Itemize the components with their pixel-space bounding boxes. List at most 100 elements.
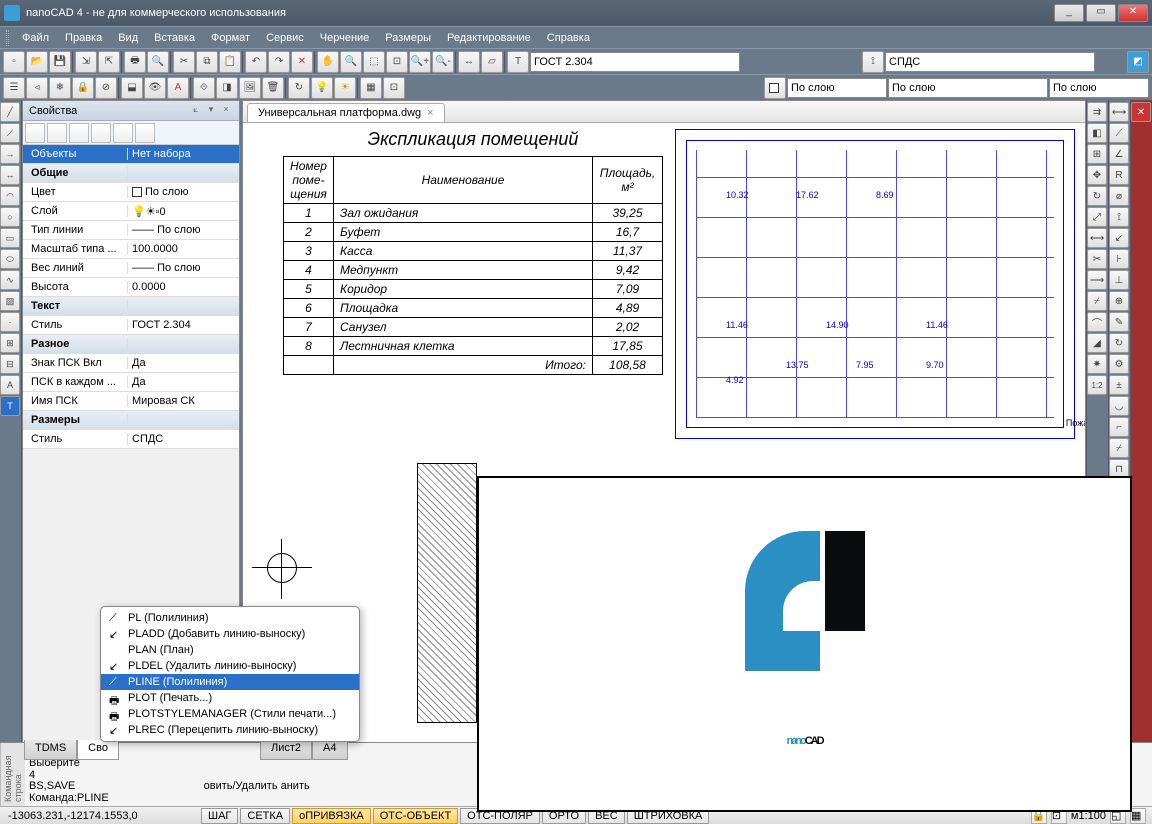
close-button[interactable]: ✕ [1118, 4, 1148, 22]
paste-button[interactable]: 📋 [219, 51, 241, 73]
dim-cont-button[interactable]: ⊦ [1109, 249, 1129, 269]
ac-item-selected[interactable]: ⟋PLINE (Полилиния) [101, 674, 359, 690]
menu-modify[interactable]: Редактирование [441, 30, 537, 46]
ac-item[interactable]: 🖶PLOTSTYLEMANAGER (Стили печати...) [101, 706, 359, 722]
xref-button[interactable]: ◨ [216, 77, 238, 99]
layers-button[interactable]: ☰ [3, 77, 25, 99]
dim-angular-button[interactable]: ∠ [1109, 144, 1129, 164]
textstyle-icon[interactable]: T [507, 51, 529, 73]
menu-dims[interactable]: Размеры [379, 30, 437, 46]
props-misc2-button[interactable] [113, 123, 133, 143]
layer-iso-button[interactable]: ⬓ [121, 77, 143, 99]
regen-button[interactable]: ↻ [288, 77, 310, 99]
purge-button[interactable]: 🗑 [262, 77, 284, 99]
stretch-button[interactable]: ⟷ [1087, 228, 1107, 248]
point-button[interactable]: · [0, 312, 20, 332]
ac-item[interactable]: ↙PLDEL (Удалить линию-выноску) [101, 658, 359, 674]
font-icon[interactable]: A [167, 77, 189, 99]
import-button[interactable]: ⇲ [75, 51, 97, 73]
circle-button[interactable]: ○ [0, 207, 20, 227]
layer-prev-button[interactable]: ◃ [26, 77, 48, 99]
chamfer-button[interactable]: ◢ [1087, 333, 1107, 353]
close-panel-icon[interactable]: × [219, 104, 233, 118]
sun-button[interactable]: ☀ [334, 77, 356, 99]
match-button[interactable]: ⟐ [193, 77, 215, 99]
dim-arc-button[interactable]: ◡ [1109, 396, 1129, 416]
layer-lock-button[interactable]: 🔒 [72, 77, 94, 99]
prop-textstyle[interactable]: СтильГОСТ 2.304 [23, 316, 239, 335]
light-button[interactable]: 💡 [311, 77, 333, 99]
zoom-in-button[interactable]: 🔍+ [409, 51, 431, 73]
dist-button[interactable]: ↔ [458, 51, 480, 73]
props-misc3-button[interactable] [135, 123, 155, 143]
array-button[interactable]: ⊞ [1087, 144, 1107, 164]
dim-style-button[interactable]: ⚙ [1109, 354, 1129, 374]
menu-service[interactable]: Сервис [260, 30, 310, 46]
viewport-icon[interactable]: ▦ [1130, 808, 1146, 824]
plot-button[interactable]: 🖶 [124, 51, 146, 73]
ac-item[interactable]: PLAN (План) [101, 642, 359, 658]
prop-ucs-on[interactable]: Знак ПСК ВклДа [23, 354, 239, 373]
group-general[interactable]: Общие [23, 167, 128, 179]
ac-item[interactable]: ⟋PL (Полилиния) [101, 610, 359, 626]
dim-aligned-button[interactable]: ⟋ [1109, 123, 1129, 143]
menu-view[interactable]: Вид [112, 30, 144, 46]
dim-leader-button[interactable]: ↙ [1109, 228, 1129, 248]
ellipse-button[interactable]: ⬭ [0, 249, 20, 269]
nanocad-logo-button[interactable]: ◩ [1127, 51, 1149, 73]
preview-button[interactable]: 🔍 [147, 51, 169, 73]
extend-button[interactable]: ⟶ [1087, 270, 1107, 290]
grid-toggle[interactable]: СЕТКА [240, 808, 290, 824]
menu-file[interactable]: Файл [16, 30, 55, 46]
ac-item[interactable]: ↙PLREC (Перецепить линию-выноску) [101, 722, 359, 738]
layer-off-button[interactable]: ⊘ [95, 77, 117, 99]
prop-dimstyle[interactable]: СтильСПДС [23, 430, 239, 449]
layer-freeze-button[interactable]: ❄ [49, 77, 71, 99]
spline-button[interactable]: ∿ [0, 270, 20, 290]
prop-linetype[interactable]: Тип линии—— По слою [23, 221, 239, 240]
sheet-tab[interactable]: Лист2 [260, 740, 312, 760]
layer0-button[interactable]: ⊡ [383, 77, 405, 99]
zoom-window-button[interactable]: ⬚ [363, 51, 385, 73]
polyline-button[interactable]: ⟋ [0, 123, 20, 143]
textstyle-input[interactable] [530, 52, 740, 72]
prop-layer[interactable]: Слой💡☀▫0 [23, 202, 239, 221]
ray-button[interactable]: → [0, 144, 20, 164]
dim-jog-button[interactable]: ⌐ [1109, 417, 1129, 437]
dimstyle-icon[interactable]: ⟟ [862, 51, 884, 73]
text-button[interactable]: T [0, 396, 20, 416]
export-button[interactable]: ⇱ [98, 51, 120, 73]
prop-lweight[interactable]: Вес линий—— По слою [23, 259, 239, 278]
zoom-out-button[interactable]: 🔍- [432, 51, 454, 73]
linetype-input[interactable] [888, 78, 1048, 98]
props-misc1-button[interactable] [91, 123, 111, 143]
menu-help[interactable]: Справка [541, 30, 596, 46]
prop-ucs-name[interactable]: Имя ПСКМировая СК [23, 392, 239, 411]
hatch-button[interactable]: ▨ [0, 291, 20, 311]
xline-button[interactable]: ↔ [0, 165, 20, 185]
dropdown-icon[interactable]: ▾ [204, 104, 218, 118]
prop-ltscale[interactable]: Масштаб типа ...100.0000 [23, 240, 239, 259]
dim-break-button[interactable]: ⌿ [1109, 438, 1129, 458]
new-button[interactable]: ▫ [3, 51, 25, 73]
minimize-button[interactable]: _ [1054, 4, 1084, 22]
save-button[interactable]: 💾 [49, 51, 71, 73]
dim-tol-button[interactable]: ± [1109, 375, 1129, 395]
close-doc-button[interactable]: ✕ [1131, 102, 1151, 122]
zoom-button[interactable]: 🔍 [340, 51, 362, 73]
rect-button[interactable]: ▭ [0, 228, 20, 248]
snap-toggle[interactable]: ШАГ [201, 808, 238, 824]
otrack-toggle[interactable]: ОТС-ОБЪЕКТ [373, 808, 458, 824]
mtext-button[interactable]: A [0, 375, 20, 395]
color-input[interactable] [787, 78, 887, 98]
group-text[interactable]: Текст [23, 300, 128, 312]
tab-properties[interactable]: Сво [77, 740, 119, 760]
tab-tdms[interactable]: TDMS [24, 740, 77, 760]
maximize-button[interactable]: ▭ [1086, 4, 1116, 22]
image-button[interactable]: 🖼 [239, 77, 261, 99]
dim-base-button[interactable]: ⊥ [1109, 270, 1129, 290]
zoom-extents-button[interactable]: ⊡ [386, 51, 408, 73]
dim-diameter-button[interactable]: ⌀ [1109, 186, 1129, 206]
group-misc[interactable]: Разное [23, 338, 128, 350]
layer-walk-button[interactable]: 👁 [144, 77, 166, 99]
